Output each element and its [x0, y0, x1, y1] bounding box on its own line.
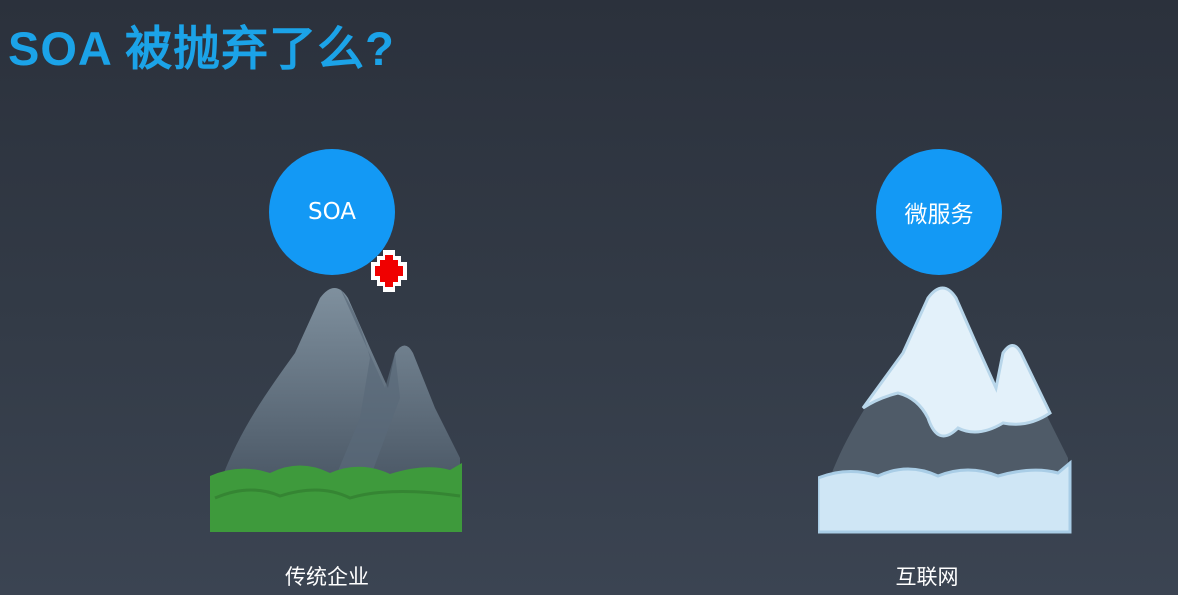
mountain-grass-illustration	[210, 288, 462, 532]
left-caption: 传统企业	[285, 565, 369, 589]
mountain-snow-illustration	[818, 286, 1072, 534]
pointer-cursor-icon	[371, 250, 407, 292]
microservice-badge: 微服务	[876, 149, 1002, 275]
slide-title: SOA 被抛弃了么?	[8, 22, 395, 75]
microservice-badge-label: 微服务	[904, 202, 974, 228]
right-caption: 互联网	[895, 565, 959, 589]
soa-badge-label: SOA	[307, 199, 357, 225]
